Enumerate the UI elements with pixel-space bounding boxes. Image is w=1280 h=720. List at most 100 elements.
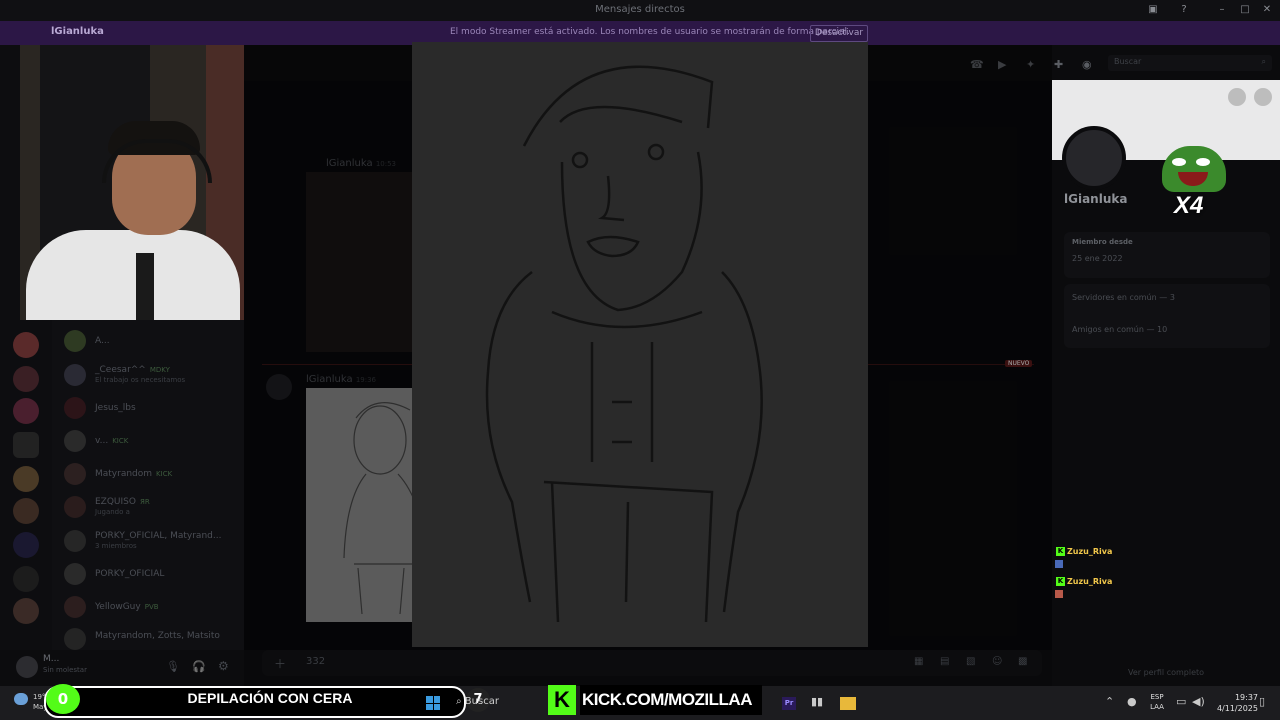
add-friend-icon[interactable] — [1228, 88, 1246, 106]
tray-mic-icon[interactable]: ● — [1127, 695, 1137, 708]
banner-message: El modo Streamer está activado. Los nomb… — [450, 27, 850, 37]
drawing-art — [485, 65, 763, 623]
sticker-icon[interactable]: ▧ — [966, 656, 975, 667]
mic-icon[interactable]: 🎙 — [166, 660, 180, 673]
full-profile-link[interactable]: Ver perfil completo — [1128, 668, 1204, 677]
avatar — [64, 364, 86, 386]
dm-name: EZQUISO ЯR — [95, 497, 150, 507]
emote-eye — [1196, 158, 1210, 166]
windows-start-icon[interactable] — [426, 696, 440, 710]
dm-item[interactable]: PORKY_OFICIAL, Matyrand... 3 miembros — [64, 530, 239, 552]
kick-logo: K — [548, 685, 576, 715]
more-icon[interactable] — [1254, 88, 1272, 106]
dm-item[interactable]: YellowGuy PVB — [64, 596, 239, 618]
avatar — [64, 496, 86, 518]
chat-alert: K Zuzu_Riva — [1056, 547, 1113, 556]
server-icon[interactable] — [13, 466, 39, 492]
mutual-friends[interactable]: Amigos en común — 10 — [1072, 325, 1167, 334]
server-icon[interactable] — [13, 432, 39, 458]
server-icon[interactable] — [13, 366, 39, 392]
server-icon[interactable] — [13, 398, 39, 424]
server-icon[interactable] — [13, 598, 39, 624]
avatar — [64, 463, 86, 485]
dm-item[interactable]: PORKY_OFICIAL — [64, 563, 239, 585]
tray-chevron-icon[interactable]: ⌃ — [1105, 695, 1114, 708]
dm-item[interactable]: A... — [64, 330, 239, 352]
profile-avatar[interactable] — [1062, 126, 1126, 190]
maximize-button[interactable]: □ — [1237, 3, 1253, 17]
window-title: Mensajes directos — [595, 4, 685, 15]
dm-item[interactable]: Matyrandom KICK — [64, 463, 239, 485]
gift-icon[interactable]: ▦ — [914, 656, 923, 667]
dm-name: Matyrandom, Zotts, Matsito — [95, 631, 220, 641]
avatar — [64, 430, 86, 452]
server-icon[interactable] — [13, 332, 39, 358]
tie — [136, 253, 154, 320]
dm-name: PORKY_OFICIAL, Matyrand... — [95, 531, 222, 541]
shirt — [26, 230, 240, 320]
folder-icon[interactable] — [840, 697, 856, 710]
search-icon: ⌕ — [1261, 57, 1266, 66]
kick-url: KICK.COM/MOZILLAA — [580, 685, 762, 715]
search-input[interactable]: Buscar ⌕ — [1108, 55, 1272, 71]
window-titlebar: Mensajes directos ▣ ? – □ ✕ — [0, 0, 1280, 21]
dm-name: A... — [95, 336, 110, 346]
avatar — [64, 330, 86, 352]
server-icon[interactable] — [13, 566, 39, 592]
member-since-date: 25 ene 2022 — [1072, 254, 1123, 263]
avatar — [64, 563, 86, 585]
volume-icon[interactable]: ◀) — [1192, 695, 1205, 708]
pepe-emote — [1162, 146, 1226, 192]
dm-name: v... KICK — [95, 436, 129, 446]
notification-icon[interactable]: ▯ — [1259, 695, 1265, 708]
add-attachment-icon[interactable]: ＋ — [274, 655, 286, 672]
settings-icon[interactable]: ⚙ — [218, 659, 229, 673]
server-icon[interactable] — [13, 498, 39, 524]
close-button[interactable]: ✕ — [1259, 3, 1275, 17]
alert-emote — [1055, 560, 1063, 568]
dm-item[interactable]: EZQUISO ЯR Jugando a — [64, 496, 239, 518]
dm-status: Jugando a — [95, 508, 130, 516]
audio-app-icon[interactable]: ▮▮ — [811, 695, 823, 708]
dm-item[interactable]: v... KICK — [64, 430, 239, 452]
avatar[interactable] — [16, 656, 38, 678]
ticker-text: DEPILACIÓN CON CERA — [187, 690, 353, 706]
language-indicator[interactable]: ESP LAA — [1146, 692, 1168, 712]
dm-item[interactable]: Jesus_lbs — [64, 397, 239, 419]
image-viewer[interactable] — [412, 42, 868, 647]
apps-icon[interactable]: ▩ — [1018, 656, 1027, 667]
avatar — [64, 628, 86, 650]
profile-icon[interactable]: ◉ — [1082, 58, 1092, 71]
message-composer[interactable]: ＋ 332 ▦ ▤ ▧ ☺ ▩ — [262, 650, 1042, 676]
weather-icon[interactable] — [14, 693, 28, 705]
disable-streamer-button[interactable]: Desactivar — [810, 25, 868, 42]
emote-mouth — [1178, 172, 1208, 186]
inbox-icon[interactable]: ▣ — [1145, 3, 1161, 17]
dm-name: Matyrandom KICK — [95, 469, 173, 479]
member-since-card: Miembro desde 25 ene 2022 — [1064, 232, 1270, 278]
network-icon[interactable]: ▭ — [1176, 695, 1186, 708]
dm-item[interactable]: _Ceesar^^ MDKY El trabajo os necesitamos — [64, 364, 239, 386]
avatar — [64, 397, 86, 419]
emoji-icon[interactable]: ☺ — [992, 656, 1002, 667]
dm-item[interactable]: Matyrandom, Zotts, Matsito — [64, 628, 239, 650]
webcam-overlay — [20, 45, 244, 320]
server-icon[interactable] — [13, 532, 39, 558]
headphones-icon[interactable]: 🎧 — [192, 660, 206, 673]
premiere-icon[interactable]: Pr — [782, 697, 796, 710]
help-icon[interactable]: ? — [1176, 3, 1192, 17]
emote-eye — [1172, 158, 1186, 166]
minimize-button[interactable]: – — [1214, 3, 1230, 17]
taskbar-search[interactable]: ⌕ Buscar — [456, 696, 499, 707]
gif-icon[interactable]: ▤ — [940, 656, 949, 667]
char-count: 332 — [306, 656, 326, 667]
dm-name: PORKY_OFICIAL — [95, 569, 165, 579]
member-since-label: Miembro desde — [1072, 238, 1133, 246]
dm-name: Jesus_lbs — [95, 403, 136, 413]
user-panel: M... Sin molestar 🎙 🎧 ⚙ — [0, 650, 244, 686]
emote-multiplier: X4 — [1174, 192, 1204, 219]
clock[interactable]: 19:37 4/11/2025 — [1208, 692, 1258, 714]
user-status: Sin molestar — [43, 666, 87, 674]
mutual-servers[interactable]: Servidores en común — 3 — [1072, 293, 1175, 302]
add-friend-icon[interactable]: ✚ — [1054, 58, 1063, 71]
